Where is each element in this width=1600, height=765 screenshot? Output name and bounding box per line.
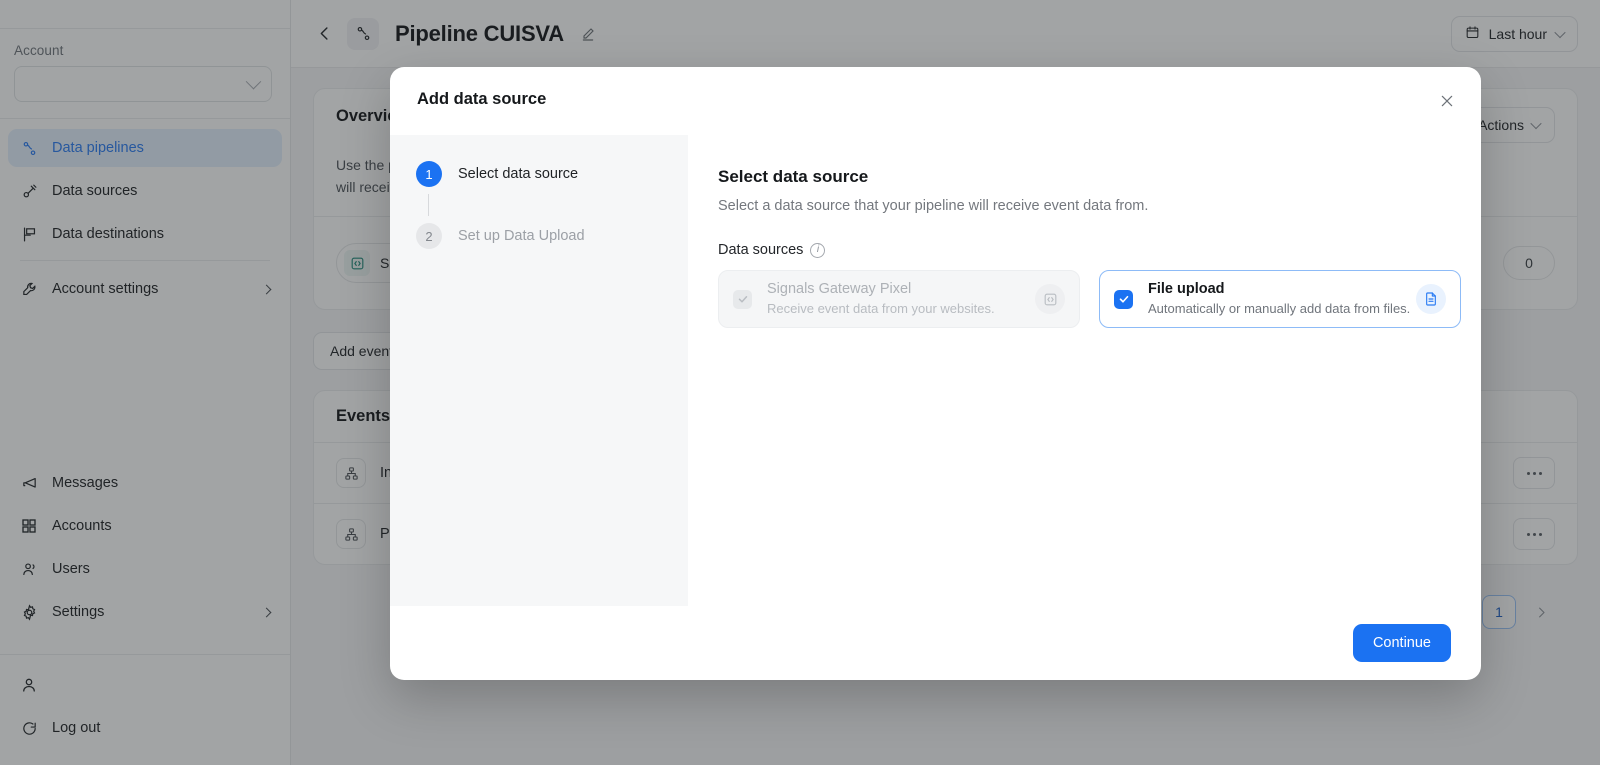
modal-header: Add data source	[390, 67, 1481, 135]
app-root: Account Data pipelines Data sources Data…	[0, 0, 1600, 765]
file-icon	[1416, 284, 1446, 314]
source-option-text: File upload Automatically or manually ad…	[1148, 280, 1416, 318]
source-option-description: Automatically or manually add data from …	[1148, 300, 1411, 316]
checkbox-unchecked	[733, 289, 752, 309]
add-data-source-modal: Add data source 1 Select data source 2 S…	[390, 67, 1481, 680]
source-option-signals-gateway-pixel: Signals Gateway Pixel Receive event data…	[718, 270, 1080, 328]
code-icon	[1035, 284, 1065, 314]
source-option-name: File upload	[1148, 280, 1225, 297]
close-icon[interactable]	[1433, 87, 1461, 115]
step-label: Set up Data Upload	[458, 228, 585, 244]
source-option-name: Signals Gateway Pixel	[767, 280, 912, 297]
step-number: 1	[416, 161, 442, 187]
modal-body: 1 Select data source 2 Set up Data Uploa…	[390, 135, 1481, 606]
continue-button[interactable]: Continue	[1352, 624, 1451, 662]
step-1[interactable]: 1 Select data source	[390, 157, 688, 191]
step-connector	[428, 194, 429, 216]
modal-footer: Continue	[390, 606, 1481, 680]
step-label: Select data source	[458, 166, 579, 182]
data-source-options: Signals Gateway Pixel Receive event data…	[718, 270, 1461, 328]
select-data-source-panel: Select data source Select a data source …	[688, 135, 1481, 606]
panel-subtitle: Select a data source that your pipeline …	[718, 198, 1149, 214]
data-sources-label-text: Data sources	[718, 242, 804, 258]
source-option-description: Receive event data from your websites.	[767, 300, 995, 316]
checkbox-checked[interactable]	[1114, 289, 1133, 309]
info-icon[interactable]: i	[810, 242, 826, 258]
modal-stepper: 1 Select data source 2 Set up Data Uploa…	[390, 135, 688, 606]
step-number: 2	[416, 223, 442, 249]
data-sources-label: Data sources i	[718, 242, 1461, 258]
modal-title: Add data source	[417, 90, 547, 108]
panel-title: Select data source	[718, 167, 869, 186]
step-2: 2 Set up Data Upload	[390, 219, 688, 253]
source-option-file-upload[interactable]: File upload Automatically or manually ad…	[1099, 270, 1461, 328]
source-option-text: Signals Gateway Pixel Receive event data…	[767, 280, 1035, 318]
